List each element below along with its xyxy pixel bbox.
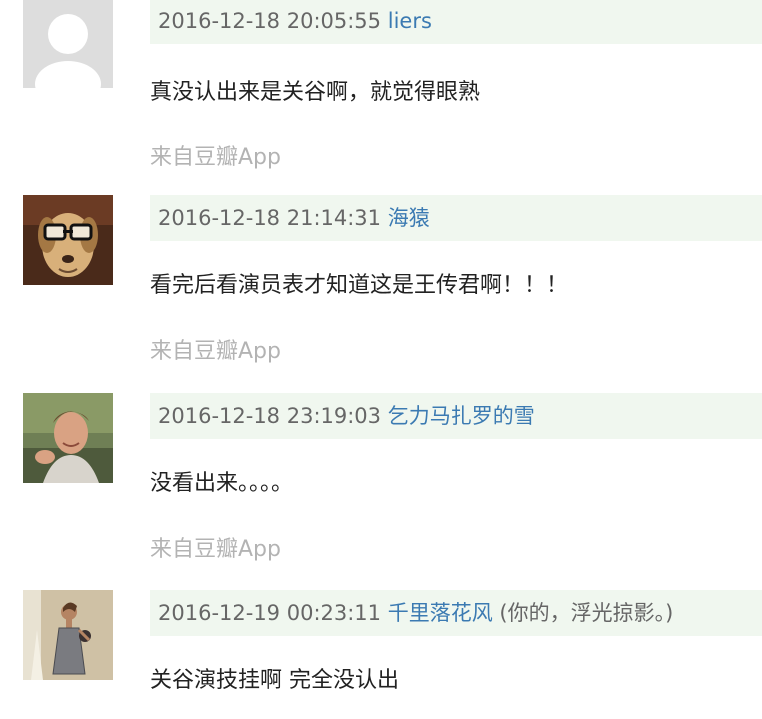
comment-item: 2016-12-18 20:05:55 liers 真没认出来是关谷啊，就觉得眼… xyxy=(0,0,762,197)
comment-item: 2016-12-18 23:19:03 乞力马扎罗的雪 没看出来。。。。 来自豆… xyxy=(0,393,762,590)
comment-header: 2016-12-18 21:14:31 海猿 xyxy=(150,195,762,241)
comment-text: 看完后看演员表才知道这是王传君啊！！！ xyxy=(150,273,569,298)
comment-header: 2016-12-18 23:19:03 乞力马扎罗的雪 xyxy=(150,393,762,439)
comment-item: 2016-12-18 21:14:31 海猿 看完后看演员表才知道这是王传君啊！… xyxy=(0,195,762,392)
comment-header: 2016-12-18 20:05:55 liers xyxy=(150,0,762,44)
comment-source: 来自豆瓣App xyxy=(150,145,281,170)
comment-time: 2016-12-18 21:14:31 xyxy=(158,206,382,230)
default-avatar-icon[interactable] xyxy=(23,0,113,88)
comment-source: 来自豆瓣App xyxy=(150,339,281,364)
comment-header: 2016-12-19 00:23:11 千里落花风 (你的，浮光掠影。) xyxy=(150,590,762,636)
comment-time: 2016-12-18 23:19:03 xyxy=(158,404,382,428)
comment-text: 真没认出来是关谷啊，就觉得眼熟 xyxy=(150,80,481,105)
comment-author-signature: (你的，浮光掠影。) xyxy=(499,601,674,625)
smiling-man-photo[interactable] xyxy=(23,393,113,483)
dog-with-glasses-photo[interactable] xyxy=(23,195,113,285)
comment-time: 2016-12-19 00:23:11 xyxy=(158,601,382,625)
comment-time: 2016-12-18 20:05:55 xyxy=(158,9,382,33)
comment-author-link[interactable]: 海猿 xyxy=(388,206,430,230)
comment-source: 来自豆瓣App xyxy=(150,537,281,562)
comment-author-link[interactable]: 乞力马扎罗的雪 xyxy=(388,404,535,428)
comment-item: 2016-12-19 00:23:11 千里落花风 (你的，浮光掠影。) 关谷演… xyxy=(0,590,762,719)
comment-text: 关谷演技挂啊 完全没认出 xyxy=(150,668,399,693)
woman-in-dress-photo[interactable] xyxy=(23,590,113,680)
comment-text: 没看出来。。。。 xyxy=(150,471,294,496)
comment-author-link[interactable]: liers xyxy=(388,9,432,33)
comment-author-link[interactable]: 千里落花风 xyxy=(388,601,493,625)
